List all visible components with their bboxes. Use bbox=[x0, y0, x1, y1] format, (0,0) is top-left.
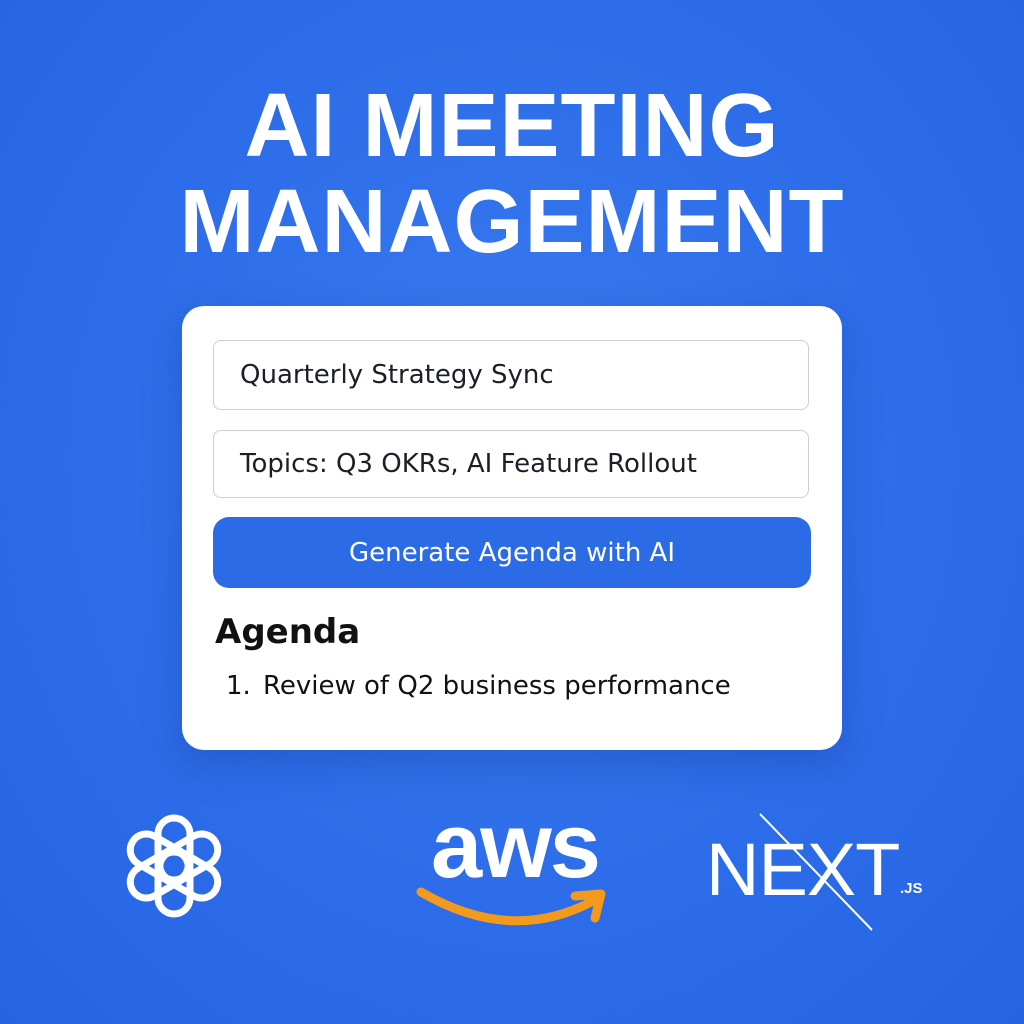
generate-agenda-button-label: Generate Agenda with AI bbox=[348, 537, 676, 568]
topics-value: Topics: Q3 OKRs, AI Feature Rollout bbox=[240, 449, 697, 479]
nextjs-logo-text: NEXT bbox=[706, 828, 900, 911]
agenda-item-text: Review of Q2 business performance bbox=[263, 671, 731, 701]
meeting-title-input[interactable]: Quarterly Strategy Sync bbox=[213, 340, 809, 410]
agenda-item-number: 1. bbox=[226, 671, 251, 701]
agenda-heading: Agenda bbox=[215, 612, 361, 652]
meeting-title-value: Quarterly Strategy Sync bbox=[240, 360, 554, 390]
agenda-list: 1. Review of Q2 business performance bbox=[226, 671, 731, 701]
aws-smile-icon bbox=[416, 887, 606, 926]
page-title: AI MEETING MANAGEMENT bbox=[0, 78, 1024, 270]
nextjs-logo-icon: NEXT .JS bbox=[700, 812, 950, 932]
page-title-line-2: MANAGEMENT bbox=[179, 172, 845, 272]
aws-logo-icon: aws bbox=[415, 800, 615, 938]
nextjs-logo-suffix: .JS bbox=[900, 880, 923, 897]
page-title-line-1: AI MEETING bbox=[244, 76, 780, 176]
aws-logo-text: aws bbox=[431, 795, 601, 897]
agenda-item: 1. Review of Q2 business performance bbox=[226, 671, 731, 701]
openai-logo-icon bbox=[114, 806, 234, 926]
topics-input[interactable]: Topics: Q3 OKRs, AI Feature Rollout bbox=[213, 430, 809, 498]
generate-agenda-button[interactable]: Generate Agenda with AI bbox=[213, 517, 811, 588]
agenda-generator-card: Quarterly Strategy Sync Topics: Q3 OKRs,… bbox=[182, 306, 842, 750]
